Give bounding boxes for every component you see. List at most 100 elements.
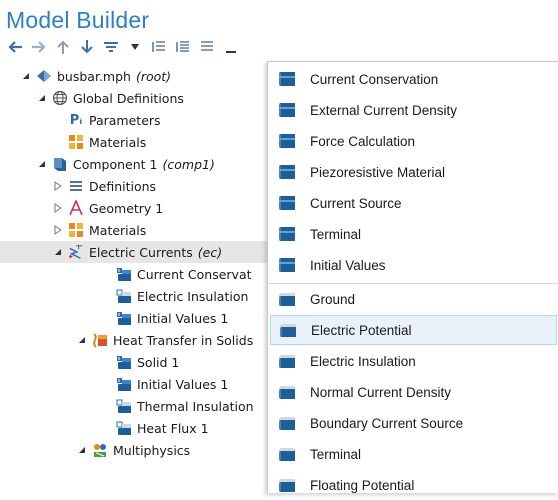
menu-item-label: Current Source [310, 195, 402, 211]
menu-item-label: External Current Density [310, 102, 458, 118]
menu-item-electric-potential[interactable]: Electric Potential [270, 315, 557, 345]
tree-node-thermal-insulation[interactable]: Thermal Insulation [0, 395, 268, 417]
domain-feature-icon [277, 164, 297, 180]
expanded-triangle-icon[interactable] [76, 444, 88, 456]
menu-item-force-calculation[interactable]: Force Calculation [268, 126, 558, 156]
tree-node-label: Electric Currents [89, 244, 193, 260]
domain-feature-icon [277, 195, 297, 211]
menu-item-label: Normal Current Density [310, 384, 452, 400]
tree-node-label: Initial Values 1 [137, 310, 229, 326]
menu-item-ground[interactable]: Ground [268, 284, 558, 314]
boundary-feature-icon [277, 477, 297, 493]
menu-item-piezoresistive-material[interactable]: Piezoresistive Material [268, 157, 558, 187]
domain-feature-icon [116, 266, 132, 282]
expanded-triangle-icon[interactable] [20, 70, 32, 82]
tree-node-label: Solid 1 [137, 354, 180, 370]
tree-node-heat-flux-1[interactable]: Heat Flux 1 [0, 417, 268, 439]
menu-item-initial-values[interactable]: Initial Values [268, 250, 558, 280]
arrow-down-icon[interactable] [78, 38, 96, 56]
tree-node-label: Global Definitions [73, 90, 184, 106]
tree-node-initial-values-ec[interactable]: Initial Values 1 [0, 307, 268, 329]
dropdown-icon[interactable] [126, 38, 144, 56]
menu-item-external-current-density[interactable]: External Current Density [268, 95, 558, 125]
collapsed-triangle-icon[interactable] [52, 202, 64, 214]
boundary-feature-icon [278, 322, 298, 338]
tree-node-electric-insulation[interactable]: Electric Insulation [0, 285, 268, 307]
collapse-all-icon[interactable] [150, 38, 168, 56]
boundary-feature-icon [116, 398, 132, 414]
tree-node-global-materials[interactable]: Materials [0, 131, 268, 153]
domain-feature-icon [277, 133, 297, 149]
show-filter-icon[interactable] [102, 38, 120, 56]
tree-node-label: Electric Insulation [137, 288, 249, 304]
expand-all-icon[interactable] [174, 38, 192, 56]
menu-item-label: Electric Potential [311, 322, 412, 338]
tree-node-label: Heat Flux 1 [137, 420, 209, 436]
expanded-triangle-icon[interactable] [76, 334, 88, 346]
tree-node-multiphysics[interactable]: Multiphysics [0, 439, 268, 461]
collapsed-triangle-icon[interactable] [52, 180, 64, 192]
tree-node-label: Initial Values 1 [137, 376, 229, 392]
boundary-feature-icon [116, 420, 132, 436]
tree-node-heat-transfer[interactable]: Heat Transfer in Solids [0, 329, 268, 351]
tree-node-label: Multiphysics [113, 442, 191, 458]
menu-item-label: Force Calculation [310, 133, 416, 149]
arrow-up-icon[interactable] [54, 38, 72, 56]
tree-node-label: Current Conservat [137, 266, 252, 282]
menu-item-current-source[interactable]: Current Source [268, 188, 558, 218]
expanded-triangle-icon[interactable] [52, 246, 64, 258]
expanded-triangle-icon[interactable] [36, 92, 48, 104]
expanded-triangle-icon[interactable] [36, 158, 48, 170]
tree-node-label: Thermal Insulation [137, 398, 254, 414]
model-builder-toolbar [6, 36, 240, 58]
menu-item-floating-potential[interactable]: Floating Potential [268, 470, 558, 500]
tree-node-label: Geometry 1 [89, 200, 164, 216]
domain-feature-icon [116, 310, 132, 326]
tree-node-root[interactable]: busbar.mph (root) [0, 65, 268, 87]
arrow-left-icon[interactable] [6, 38, 24, 56]
boundary-feature-icon [116, 288, 132, 304]
tree-node-component-1[interactable]: Component 1 (comp1) [0, 153, 268, 175]
minus-icon[interactable] [222, 38, 240, 56]
menu-item-label: Boundary Current Source [310, 415, 464, 431]
model-builder-title: Model Builder [6, 7, 150, 33]
boundary-feature-icon [277, 415, 297, 431]
tree-node-materials[interactable]: Materials [0, 219, 268, 241]
domain-feature-icon [277, 257, 297, 273]
domain-feature-icon [116, 354, 132, 370]
domain-feature-icon [277, 226, 297, 242]
collapsed-triangle-icon[interactable] [52, 224, 64, 236]
tree-node-tag: (comp1) [162, 156, 215, 172]
arrow-right-icon[interactable] [30, 38, 48, 56]
tree-node-label: Component 1 [73, 156, 158, 172]
menu-item-electric-insulation[interactable]: Electric Insulation [268, 346, 558, 376]
tree-node-tag: (ec) [197, 244, 223, 260]
tree-node-label: Materials [89, 134, 147, 150]
tree-node-global-definitions[interactable]: Global Definitions [0, 87, 268, 109]
menu-item-terminal-boundary[interactable]: Terminal [268, 439, 558, 469]
menu-item-normal-current-density[interactable]: Normal Current Density [268, 377, 558, 407]
definitions-icon [68, 178, 84, 194]
tree-node-initial-values-ht[interactable]: Initial Values 1 [0, 373, 268, 395]
tree-node-geometry-1[interactable]: Geometry 1 [0, 197, 268, 219]
menu-item-boundary-current-source[interactable]: Boundary Current Source [268, 408, 558, 438]
materials-icon [68, 222, 84, 238]
tree-node-current-conservation[interactable]: Current Conservat [0, 263, 268, 285]
tree-node-electric-currents[interactable]: Electric Currents (ec) [0, 241, 268, 263]
tree-node-solid-1[interactable]: Solid 1 [0, 351, 268, 373]
electric-currents-icon [68, 244, 84, 260]
parameters-icon: Pᵢ [69, 112, 83, 128]
tree-node-definitions[interactable]: Definitions [0, 175, 268, 197]
menu-item-label: Piezoresistive Material [310, 164, 446, 180]
tree-node-parameters[interactable]: Pᵢ Parameters [0, 109, 268, 131]
menu-item-label: Current Conservation [310, 71, 439, 87]
boundary-feature-icon [277, 446, 297, 462]
domain-feature-icon [277, 102, 297, 118]
tree-node-label: Parameters [89, 112, 161, 128]
menu-item-current-conservation[interactable]: Current Conservation [268, 64, 558, 94]
geometry-icon [68, 200, 84, 216]
menu-item-terminal-domain[interactable]: Terminal [268, 219, 558, 249]
multiphysics-icon [92, 442, 108, 458]
boundary-feature-icon [277, 384, 297, 400]
list-icon[interactable] [198, 38, 216, 56]
